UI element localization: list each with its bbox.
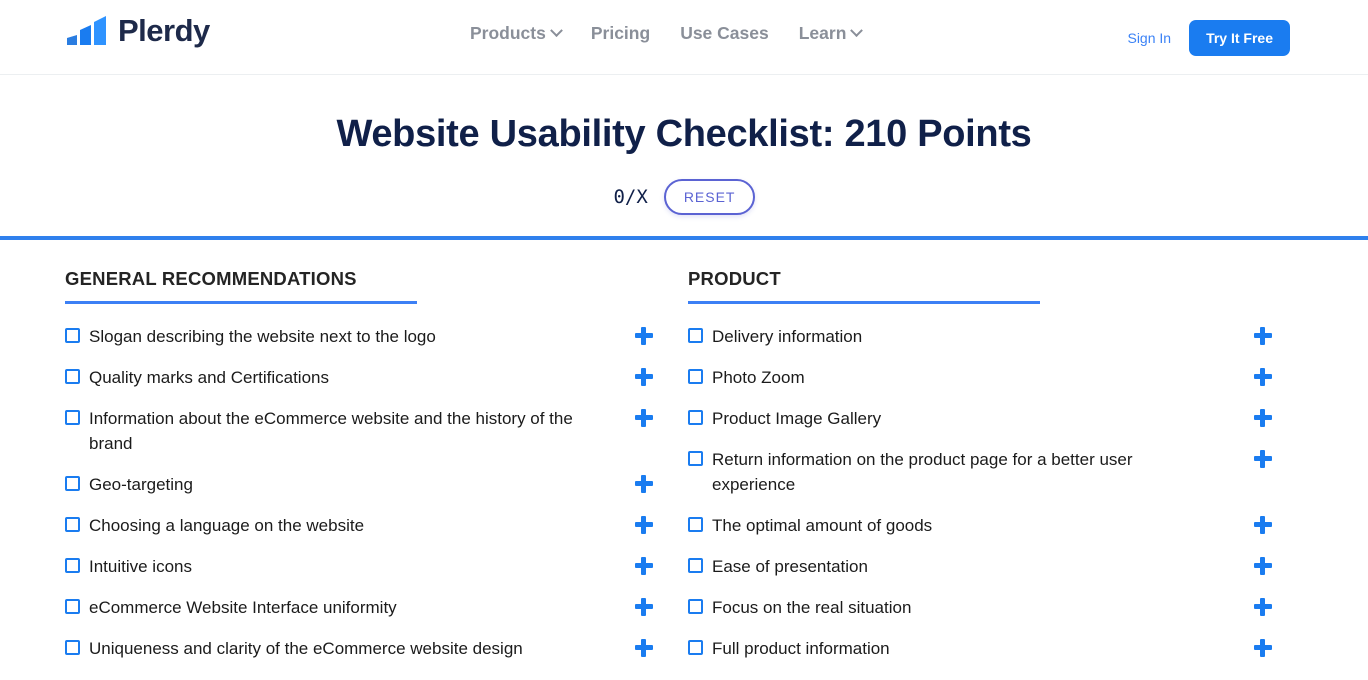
chevron-down-icon (549, 24, 563, 38)
reset-button[interactable]: RESET (663, 179, 755, 215)
checklist-item[interactable]: The optimal amount of goods (688, 513, 1288, 538)
checklist-item-label[interactable]: Return information on the product page f… (712, 447, 1217, 497)
sign-in-link[interactable]: Sign In (1127, 30, 1171, 46)
bar-chart-logo-icon (66, 16, 108, 46)
expand-plus-icon[interactable] (1254, 409, 1272, 427)
expand-plus-icon[interactable] (635, 327, 653, 345)
checkbox[interactable] (688, 558, 703, 573)
checklist-item-label[interactable]: Photo Zoom (712, 365, 1217, 390)
checklist-product: Delivery information Photo Zoom Product … (688, 324, 1288, 661)
checkbox[interactable] (688, 517, 703, 532)
checklist-item[interactable]: Photo Zoom (688, 365, 1288, 390)
try-it-free-button[interactable]: Try It Free (1189, 20, 1290, 56)
expand-plus-icon[interactable] (635, 639, 653, 657)
expand-plus-icon[interactable] (1254, 516, 1272, 534)
expand-plus-icon[interactable] (635, 475, 653, 493)
section-heading-underline (688, 301, 1040, 304)
title-area: Website Usability Checklist: 210 Points … (0, 75, 1368, 215)
section-heading-product: PRODUCT (688, 268, 781, 289)
site-header: Plerdy Products Pricing Use Cases Learn … (0, 0, 1368, 75)
logo-text: Plerdy (118, 13, 210, 48)
expand-plus-icon[interactable] (635, 598, 653, 616)
checklist-item-label[interactable]: Full product information (712, 636, 1217, 661)
checkbox[interactable] (688, 369, 703, 384)
checkbox[interactable] (688, 640, 703, 655)
expand-plus-icon[interactable] (635, 557, 653, 575)
checkbox[interactable] (688, 451, 703, 466)
progress-counter: 0/X (613, 186, 648, 208)
expand-plus-icon[interactable] (1254, 327, 1272, 345)
checkbox[interactable] (688, 328, 703, 343)
logo-link[interactable]: Plerdy (66, 13, 210, 48)
checklist-item-label[interactable]: The optimal amount of goods (712, 513, 1217, 538)
page-title: Website Usability Checklist: 210 Points (336, 113, 1032, 155)
column-product: PRODUCT Delivery information Photo Zoom … (0, 240, 1272, 677)
checklist-item[interactable]: Return information on the product page f… (688, 447, 1288, 497)
expand-plus-icon[interactable] (635, 368, 653, 386)
checklist-item-label[interactable]: Product Image Gallery (712, 406, 1217, 431)
main-nav: Products Pricing Use Cases Learn (470, 23, 864, 44)
checklist-item[interactable]: Ease of presentation (688, 554, 1288, 579)
expand-plus-icon[interactable] (1254, 557, 1272, 575)
nav-label-products: Products (470, 23, 546, 43)
expand-plus-icon[interactable] (635, 516, 653, 534)
expand-plus-icon[interactable] (1254, 368, 1272, 386)
expand-plus-icon[interactable] (1254, 639, 1272, 657)
header-actions: Sign In Try It Free (1127, 20, 1290, 56)
checklist-item[interactable]: Product Image Gallery (688, 406, 1288, 431)
checklist-item-label[interactable]: Ease of presentation (712, 554, 1217, 579)
nav-item-learn[interactable]: Learn (798, 23, 864, 44)
nav-item-pricing[interactable]: Pricing (591, 23, 650, 44)
checklist-item[interactable]: Focus on the real situation (688, 595, 1288, 620)
checklist-item-label[interactable]: Delivery information (712, 324, 1217, 349)
expand-plus-icon[interactable] (1254, 450, 1272, 468)
expand-plus-icon[interactable] (635, 409, 653, 427)
checkbox[interactable] (688, 410, 703, 425)
nav-label-learn: Learn (798, 23, 847, 43)
nav-label-pricing: Pricing (590, 23, 651, 43)
checklist-item[interactable]: Full product information (688, 636, 1288, 661)
checkbox[interactable] (688, 599, 703, 614)
chevron-down-icon (850, 24, 864, 38)
nav-item-use-cases[interactable]: Use Cases (680, 23, 769, 44)
checklist-columns: GENERAL RECOMMENDATIONS Slogan describin… (0, 240, 1368, 677)
progress-row: 0/X RESET (0, 179, 1368, 215)
checklist-item-label[interactable]: Focus on the real situation (712, 595, 1217, 620)
checklist-item[interactable]: Delivery information (688, 324, 1288, 349)
expand-plus-icon[interactable] (1254, 598, 1272, 616)
nav-label-use-cases: Use Cases (680, 23, 769, 43)
nav-item-products[interactable]: Products (470, 23, 563, 44)
